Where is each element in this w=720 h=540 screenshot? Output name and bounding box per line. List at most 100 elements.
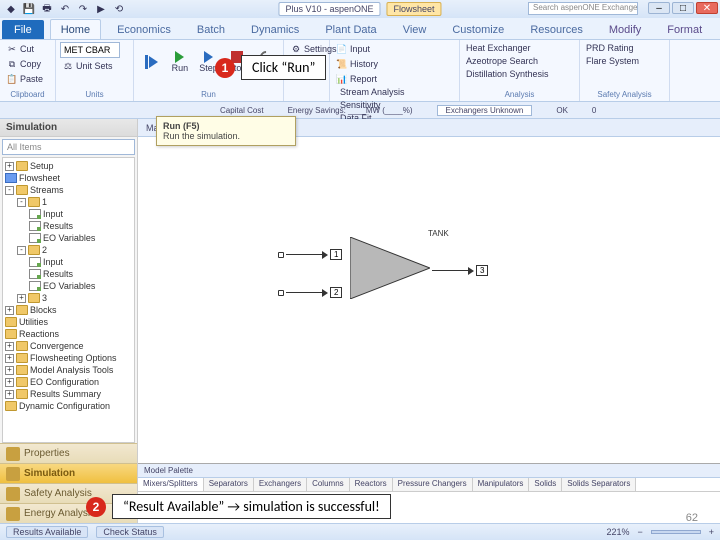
paltab-solidssep[interactable]: Solids Separators xyxy=(562,478,636,491)
prd-button[interactable]: PRD Rating xyxy=(584,42,636,54)
tree-utilities[interactable]: Utilities xyxy=(19,317,48,327)
stream-1[interactable]: 1 xyxy=(278,249,342,260)
annotation-1-number: 1 xyxy=(215,58,235,78)
titlebar: ◆ 💾 🖶 ↶ ↷ ▶ ⟲ Plus V10 - aspenONE Flowsh… xyxy=(0,0,720,18)
redo-icon[interactable]: ↷ xyxy=(76,2,90,16)
maximize-icon[interactable]: □ xyxy=(672,2,694,14)
unitsets-button[interactable]: ⚖Unit Sets xyxy=(60,59,115,73)
tree-flowopts[interactable]: Flowsheeting Options xyxy=(30,353,117,363)
paltab-manipulators[interactable]: Manipulators xyxy=(473,478,530,491)
report-button[interactable]: 📊Report xyxy=(334,72,379,86)
next-button[interactable] xyxy=(138,42,165,82)
tab-customize[interactable]: Customize xyxy=(442,20,514,39)
prd-label: PRD Rating xyxy=(586,43,634,53)
tab-economics[interactable]: Economics xyxy=(107,20,181,39)
tab-modify[interactable]: Modify xyxy=(599,20,651,39)
cut-button[interactable]: ✂Cut xyxy=(4,42,36,56)
paltab-exchangers[interactable]: Exchangers xyxy=(254,478,307,491)
tab-batch[interactable]: Batch xyxy=(187,20,235,39)
tree-blocks[interactable]: Blocks xyxy=(30,305,57,315)
tree-eoconfig[interactable]: EO Configuration xyxy=(30,377,99,387)
status-results[interactable]: Results Available xyxy=(6,526,88,538)
tree-streams[interactable]: Streams xyxy=(30,185,64,195)
paltab-columns[interactable]: Columns xyxy=(307,478,350,491)
nav-tree[interactable]: +Setup Flowsheet -Streams -1 Input Resul… xyxy=(2,157,135,443)
zoom-slider[interactable] xyxy=(651,530,701,534)
tree-setup[interactable]: Setup xyxy=(30,161,54,171)
paltab-solids[interactable]: Solids xyxy=(529,478,562,491)
paltab-reactors[interactable]: Reactors xyxy=(350,478,393,491)
flare-button[interactable]: Flare System xyxy=(584,55,641,67)
minimize-icon[interactable]: – xyxy=(648,2,670,14)
run-button[interactable]: Run xyxy=(167,42,194,82)
tab-home[interactable]: Home xyxy=(50,19,101,39)
tree-results1[interactable]: Results xyxy=(43,221,73,231)
units-icon: ⚖ xyxy=(62,60,74,72)
heatex-button[interactable]: Heat Exchanger xyxy=(464,42,533,54)
statusbar: Results Available Check Status 221% − + xyxy=(0,523,720,540)
tree-s1[interactable]: 1 xyxy=(42,197,47,207)
tree-input1[interactable]: Input xyxy=(43,209,63,219)
undo-icon[interactable]: ↶ xyxy=(58,2,72,16)
paste-button[interactable]: 📋Paste xyxy=(4,72,45,86)
tree-s3[interactable]: 3 xyxy=(42,293,47,303)
clipboard-title: Clipboard xyxy=(4,90,51,101)
exchangers-dropdown[interactable]: Exchangers Unknown xyxy=(437,105,533,116)
tree-reactions[interactable]: Reactions xyxy=(19,329,59,339)
tree-input2[interactable]: Input xyxy=(43,257,63,267)
palette-title: Model Palette xyxy=(138,464,720,478)
context-tab-flowsheet[interactable]: Flowsheet xyxy=(387,2,442,16)
status-check[interactable]: Check Status xyxy=(96,526,164,538)
close-icon[interactable]: ✕ xyxy=(696,2,718,14)
next-icon[interactable]: ▶ xyxy=(94,2,108,16)
tree-eovars2[interactable]: EO Variables xyxy=(43,281,95,291)
search-input[interactable]: Search aspenONE Exchange xyxy=(528,2,638,15)
paltab-separators[interactable]: Separators xyxy=(204,478,254,491)
tree-modeltools[interactable]: Model Analysis Tools xyxy=(30,365,113,375)
run-title: Run xyxy=(138,90,279,101)
gear-icon: ⚙ xyxy=(290,43,302,55)
tree-s2[interactable]: 2 xyxy=(42,245,47,255)
paltab-mixers[interactable]: Mixers/Splitters xyxy=(138,478,204,491)
history-button[interactable]: 📜History xyxy=(334,57,380,71)
tree-dynconfig[interactable]: Dynamic Configuration xyxy=(19,401,110,411)
tree-convergence[interactable]: Convergence xyxy=(30,341,84,351)
tree-flowsheet[interactable]: Flowsheet xyxy=(19,173,60,183)
group-units: MET CBAR ⚖Unit Sets Units xyxy=(56,40,134,101)
panel-simulation[interactable]: Simulation xyxy=(0,463,137,483)
unitset-dropdown[interactable]: MET CBAR xyxy=(60,42,120,58)
quick-access-toolbar: ◆ 💾 🖶 ↶ ↷ ▶ ⟲ xyxy=(4,2,126,16)
tree-resultssum[interactable]: Results Summary xyxy=(30,389,101,399)
panel-safety-label: Safety Analysis xyxy=(24,488,92,499)
tank-block[interactable] xyxy=(350,237,430,299)
sidebar-filter[interactable]: All Items xyxy=(2,139,135,155)
tab-view[interactable]: View xyxy=(393,20,437,39)
flowsheet-canvas[interactable]: TANK 1 2 3 xyxy=(138,137,720,463)
stream-3[interactable]: 3 xyxy=(432,265,488,276)
zoom-in-icon[interactable]: + xyxy=(709,527,714,537)
copy-button[interactable]: ⧉Copy xyxy=(4,57,43,71)
print-icon[interactable]: 🖶 xyxy=(40,2,54,16)
paltab-pressure[interactable]: Pressure Changers xyxy=(393,478,473,491)
azeotrope-button[interactable]: Azeotrope Search xyxy=(464,55,540,67)
history-label: History xyxy=(350,59,378,69)
stream-2[interactable]: 2 xyxy=(278,287,342,298)
tree-eovars1[interactable]: EO Variables xyxy=(43,233,95,243)
tab-plantdata[interactable]: Plant Data xyxy=(315,20,386,39)
distillation-button[interactable]: Distillation Synthesis xyxy=(464,68,551,80)
history-icon: 📜 xyxy=(336,58,348,70)
tree-results2[interactable]: Results xyxy=(43,269,73,279)
tab-resources[interactable]: Resources xyxy=(520,20,593,39)
save-icon[interactable]: 💾 xyxy=(22,2,36,16)
home-icon[interactable]: ⟲ xyxy=(112,2,126,16)
flare-label: Flare System xyxy=(586,56,639,66)
ribbon: ✂Cut ⧉Copy 📋Paste Clipboard MET CBAR ⚖Un… xyxy=(0,40,720,102)
tab-format[interactable]: Format xyxy=(657,20,712,39)
tab-dynamics[interactable]: Dynamics xyxy=(241,20,309,39)
zoom-out-icon[interactable]: − xyxy=(637,527,642,537)
input-button[interactable]: 📄Input xyxy=(334,42,372,56)
streamanalysis-button[interactable]: Stream Analysis xyxy=(338,86,407,98)
tab-file[interactable]: File xyxy=(2,20,44,39)
report-icon: 📊 xyxy=(336,73,348,85)
panel-properties[interactable]: Properties xyxy=(0,443,137,463)
